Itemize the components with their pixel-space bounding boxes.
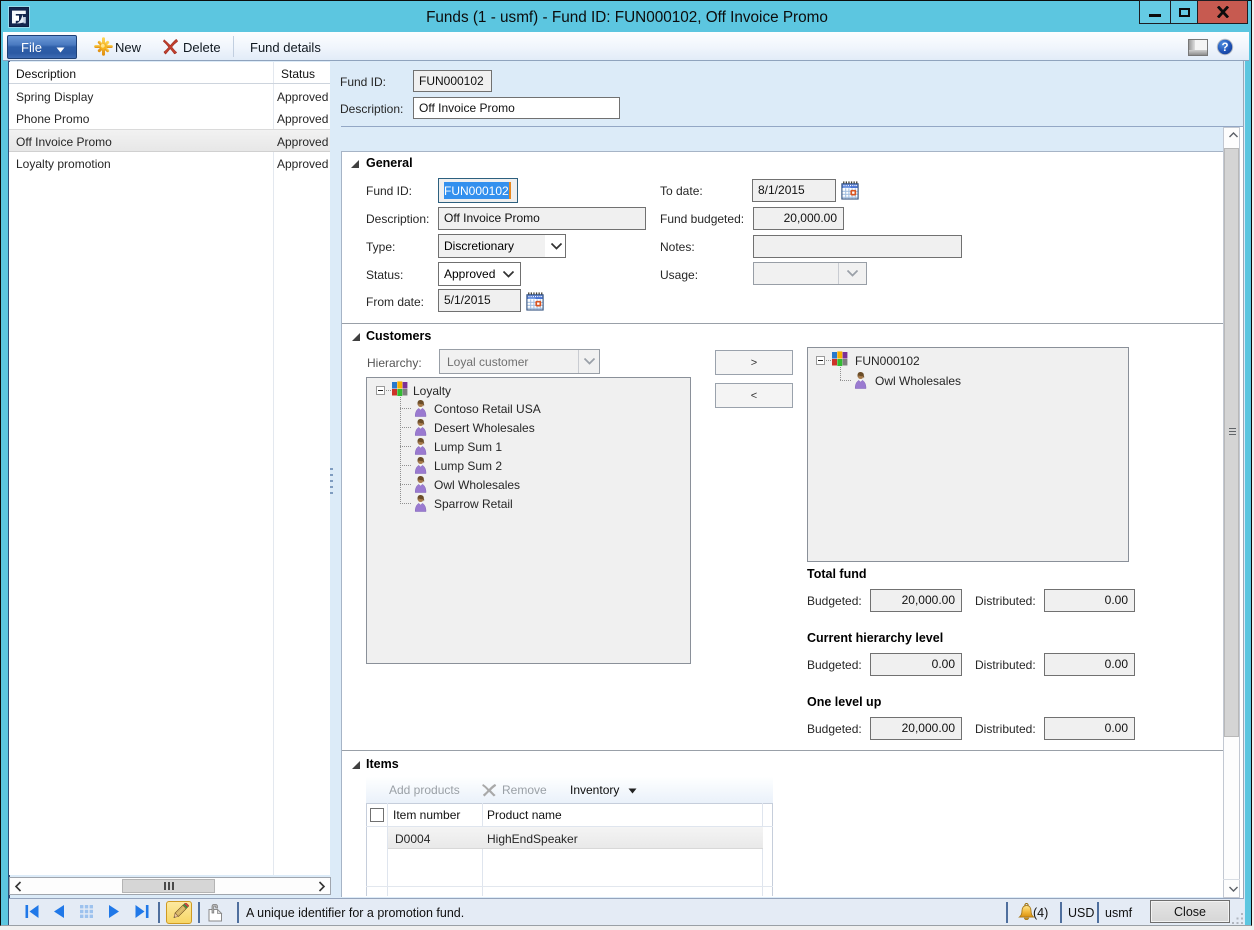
svg-text:?: ? (1221, 42, 1228, 54)
